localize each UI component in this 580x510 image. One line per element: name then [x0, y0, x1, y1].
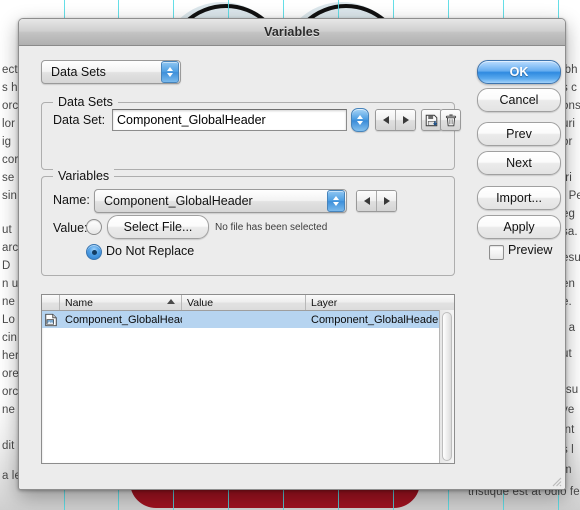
background-text: orc: [2, 100, 19, 112]
column-header-value[interactable]: Value: [182, 295, 306, 310]
cancel-button-label: Cancel: [499, 93, 539, 107]
background-text: ut: [2, 224, 12, 236]
kind-popup-menu[interactable]: Data Sets: [41, 60, 181, 84]
row-name: Component_GlobalHeader: [65, 313, 182, 326]
next-button[interactable]: Next: [477, 151, 561, 175]
variables-list[interactable]: Name Value Layer Component_GlobalHea Com…: [41, 294, 455, 464]
column-header-layer[interactable]: Layer: [306, 295, 454, 310]
data-set-field-label: Data Set:: [53, 113, 106, 127]
background-text: cor: [2, 154, 19, 166]
triangle-right-icon[interactable]: [395, 110, 415, 130]
background-text: ig: [2, 136, 12, 148]
background-text: se: [2, 172, 15, 184]
triangle-left-icon[interactable]: [357, 191, 376, 211]
variable-name-value: Component_GlobalHeader: [104, 194, 253, 208]
background-text: Lo: [2, 314, 15, 326]
dialog-titlebar[interactable]: Variables: [19, 19, 565, 46]
data-set-nav-arrows[interactable]: [375, 109, 416, 131]
data-set-input[interactable]: Component_GlobalHeader: [112, 109, 347, 131]
column-header-icon: [42, 295, 60, 310]
delete-data-set-button[interactable]: [440, 109, 461, 131]
background-text: s h: [2, 82, 18, 94]
cancel-button[interactable]: Cancel: [477, 88, 561, 112]
kind-popup-label: Data Sets: [51, 65, 106, 79]
save-disk-icon: [425, 114, 438, 126]
select-file-button-label: Select File...: [123, 220, 193, 234]
dialog-button-column: OK Cancel Prev Next Import... Apply Prev…: [471, 46, 565, 489]
variables-group-label: Variables: [53, 169, 115, 183]
background-text: ect: [2, 64, 18, 76]
preview-checkbox[interactable]: [489, 245, 504, 260]
stepper-up-down-icon[interactable]: [161, 61, 179, 83]
import-button-label: Import...: [496, 191, 542, 205]
data-sets-group-label: Data Sets: [53, 95, 118, 109]
column-header-value-label: Value: [187, 296, 214, 309]
preview-label: Preview: [508, 243, 553, 257]
sort-ascending-icon: [167, 299, 175, 304]
dialog-title: Variables: [264, 25, 320, 39]
image-document-icon: [45, 313, 57, 326]
ok-button-label: OK: [509, 65, 529, 79]
variable-nav-arrows[interactable]: [356, 190, 397, 212]
dialog-body: Data Sets Data Sets Data Set: Component_…: [19, 46, 565, 489]
data-set-stepper[interactable]: [351, 108, 369, 132]
do-not-replace-radio[interactable]: [86, 244, 102, 260]
table-row[interactable]: Component_GlobalHeader Component_GlobalH…: [42, 311, 454, 328]
triangle-right-icon[interactable]: [376, 191, 396, 211]
background-text: lor: [2, 118, 16, 130]
prev-button[interactable]: Prev: [477, 122, 561, 146]
background-text: ne: [2, 296, 15, 308]
variable-name-label: Name:: [53, 193, 90, 207]
do-not-replace-label: Do Not Replace: [106, 244, 195, 258]
apply-button-label: Apply: [503, 220, 535, 234]
prev-button-label: Prev: [506, 127, 532, 141]
trash-icon: [445, 113, 456, 126]
select-file-radio[interactable]: [86, 219, 102, 235]
background-text: her: [2, 350, 19, 362]
row-value: [182, 311, 306, 328]
row-icon-cell: [42, 311, 60, 328]
stepper-up-down-icon[interactable]: [327, 190, 345, 212]
dialog-left-pane: Data Sets Data Sets Data Set: Component_…: [19, 46, 471, 489]
row-layer: Component_GlobalHeader: [311, 313, 442, 326]
select-file-button[interactable]: Select File...: [107, 215, 209, 239]
background-text: arc: [2, 242, 19, 254]
ok-button[interactable]: OK: [477, 60, 561, 84]
column-header-name-label: Name: [65, 296, 94, 309]
resize-grip-icon[interactable]: [549, 474, 562, 487]
file-status-text: No file has been selected: [215, 222, 328, 233]
variables-dialog: Variables Data Sets Data Sets Data Set: …: [18, 18, 566, 490]
import-button[interactable]: Import...: [477, 186, 561, 210]
list-scrollbar-thumb[interactable]: [442, 312, 452, 461]
save-data-set-button[interactable]: [421, 109, 442, 131]
background-text: sin: [2, 190, 18, 202]
variables-list-header: Name Value Layer: [42, 295, 454, 311]
variable-value-label: Value:: [53, 221, 88, 235]
background-text: ne: [2, 404, 15, 416]
background-text: ore: [2, 368, 19, 380]
background-text: D: [2, 260, 11, 272]
triangle-left-icon[interactable]: [376, 110, 395, 130]
column-header-name[interactable]: Name: [60, 295, 182, 310]
background-text: n u: [2, 278, 19, 290]
data-set-input-value: Component_GlobalHeader: [117, 113, 266, 127]
background-text: cin: [2, 332, 18, 344]
apply-button[interactable]: Apply: [477, 215, 561, 239]
column-header-layer-label: Layer: [311, 296, 338, 309]
variable-name-popup[interactable]: Component_GlobalHeader: [94, 189, 347, 213]
next-button-label: Next: [506, 156, 532, 170]
background-text: orc: [2, 386, 19, 398]
list-vertical-scrollbar[interactable]: [439, 310, 454, 463]
background-text: dit: [2, 440, 15, 452]
